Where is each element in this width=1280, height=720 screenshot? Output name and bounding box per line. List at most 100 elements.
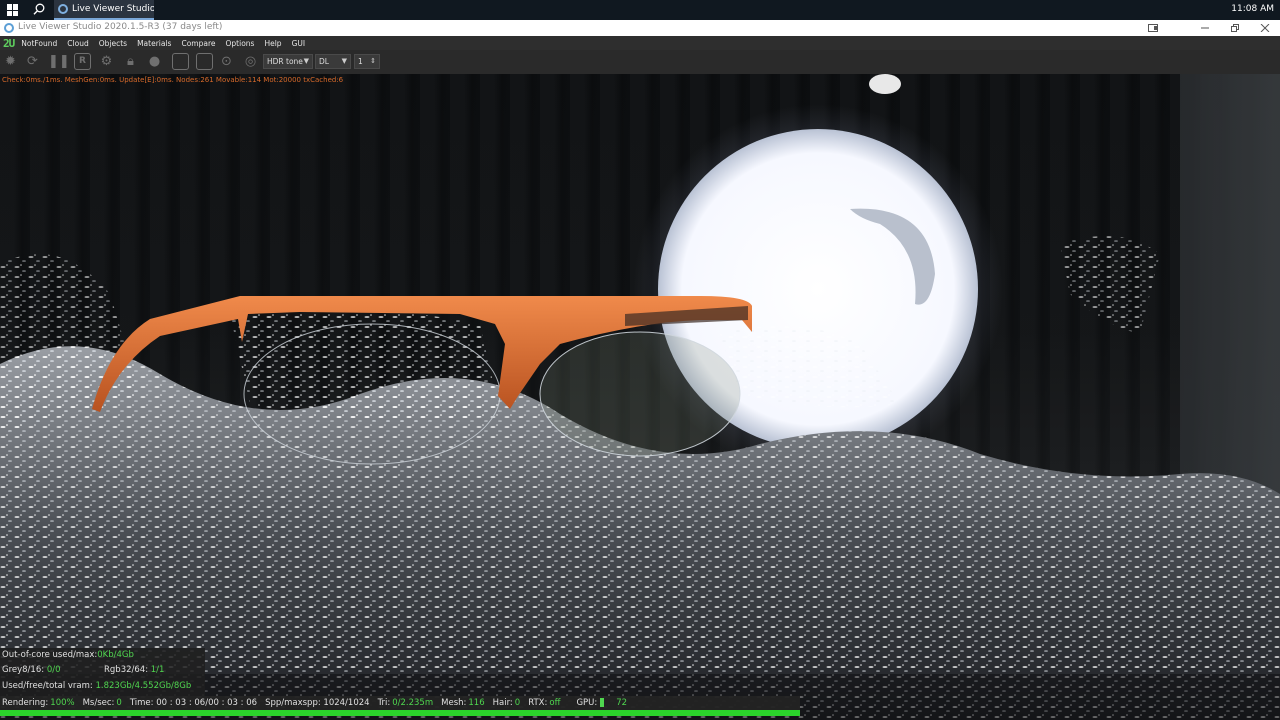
rtx-value: off — [549, 698, 561, 708]
vram-label: Used/free/total vram: — [2, 681, 93, 691]
pin-icon[interactable]: ⊙ — [218, 53, 235, 70]
gpu-meter — [600, 698, 605, 707]
right-lens — [539, 331, 741, 457]
clock[interactable]: 11:08 AM — [1231, 4, 1274, 14]
tone-select[interactable]: HDR tone ▼ — [263, 54, 313, 69]
render-progress-bar — [0, 710, 800, 716]
tri-stat: Tri: 0/2.235m — [378, 698, 434, 708]
kernel-select-value: DL — [319, 57, 329, 66]
spp-value: 1024/1024 — [323, 698, 370, 708]
rgb-stat: Rgb32/64: 1/1 — [104, 665, 164, 675]
taskbar: Live Viewer Studio 20... 11:08 AM — [0, 0, 1280, 20]
app-icon — [4, 23, 14, 33]
window-title: Live Viewer Studio 2020.1.5-R3 (37 days … — [18, 22, 223, 32]
toolbar: ✹ ⟳ ❚❚ R ⚙ 🔒︎ ● ⊙ ◎ HDR tone ▼ DL ▼ 1 ⇕ — [0, 50, 1280, 74]
memory-stats-panel: Out-of-core used/max:0Kb/4Gb Grey8/16: 0… — [0, 648, 205, 696]
material-ball-icon[interactable]: ● — [146, 53, 163, 70]
chevron-down-icon: ▼ — [303, 57, 309, 65]
refresh-icon[interactable]: ⟳ — [24, 53, 41, 70]
menu-compare[interactable]: Compare — [176, 39, 220, 48]
time-value: 00 : 03 : 06/00 : 03 : 06 — [156, 698, 258, 708]
taskbar-app-label: Live Viewer Studio 20... — [72, 4, 154, 14]
region-render-icon[interactable]: R — [74, 53, 91, 70]
lock-icon[interactable]: 🔒︎ — [122, 53, 139, 70]
minimize-button[interactable] — [1190, 20, 1220, 36]
window-mode-icon — [1148, 24, 1158, 32]
window-titlebar[interactable]: Live Viewer Studio 2020.1.5-R3 (37 days … — [0, 20, 1280, 36]
app-logo: 2U — [3, 36, 15, 50]
out-of-core-stat: Out-of-core used/max:0Kb/4Gb — [2, 650, 134, 660]
out-of-core-label: Out-of-core used/max: — [2, 650, 98, 660]
windows-start-icon[interactable] — [7, 4, 19, 16]
menu-notfound[interactable]: NotFound — [16, 39, 62, 48]
grey-value: 0/0 — [46, 665, 61, 675]
vram-value: 1.823Gb/4.552Gb/8Gb — [95, 681, 192, 691]
menu-cloud[interactable]: Cloud — [62, 39, 93, 48]
spp-label: Spp/maxspp: — [265, 698, 321, 708]
gpu-value: 72 — [616, 698, 628, 708]
stepper-arrows-icon: ⇕ — [370, 57, 376, 65]
taskbar-app-live-viewer[interactable]: Live Viewer Studio 20... — [54, 0, 154, 20]
engine-status-line: Check:0ms./1ms. MeshGen:0ms. Update[E]:0… — [2, 76, 344, 84]
time-label: Time: — [129, 698, 154, 708]
sample-stepper-value: 1 — [358, 57, 363, 66]
time-stat: Time: 00 : 03 : 06/00 : 03 : 06 — [130, 698, 257, 708]
rendering-label: Rendering: — [2, 698, 49, 708]
rtx-stat: RTX: off — [528, 698, 560, 708]
sample-stepper[interactable]: 1 ⇕ — [354, 54, 380, 69]
rgb-value: 1/1 — [150, 665, 165, 675]
focus-icon[interactable]: ◎ — [242, 53, 259, 70]
restore-icon — [1231, 24, 1239, 32]
gpu-label: GPU: — [576, 698, 598, 708]
render-scene — [0, 74, 1280, 720]
lens-icon[interactable] — [196, 53, 213, 70]
hair-stat: Hair: 0 — [493, 698, 521, 708]
menu-help[interactable]: Help — [259, 39, 286, 48]
tri-value: 0/2.235m — [392, 698, 434, 708]
minimize-icon — [1201, 27, 1209, 29]
ms-stat: Ms/sec: 0 — [83, 698, 122, 708]
menu-objects[interactable]: Objects — [94, 39, 132, 48]
vram-stat: Used/free/total vram: 1.823Gb/4.552Gb/8G… — [2, 681, 191, 691]
rendering-value: 100% — [50, 698, 75, 708]
menu-materials[interactable]: Materials — [132, 39, 176, 48]
spp-stat: Spp/maxspp: 1024/1024 — [265, 698, 370, 708]
ms-label: Ms/sec: — [82, 698, 115, 708]
search-icon[interactable] — [32, 2, 46, 16]
rgb-label: Rgb32/64: — [104, 665, 149, 675]
tone-select-value: HDR tone — [267, 57, 303, 66]
render-status-bar: Rendering: 100% Ms/sec: 0 Time: 00 : 03 : … — [0, 696, 800, 710]
render-viewport[interactable]: Check:0ms./1ms. MeshGen:0ms. Update[E]:0… — [0, 74, 1280, 720]
settings-gear-icon[interactable]: ✹ — [2, 53, 19, 70]
pause-icon[interactable]: ❚❚ — [48, 53, 70, 70]
out-of-core-value: 0Kb/4Gb — [97, 650, 134, 660]
close-button[interactable] — [1250, 20, 1280, 36]
mesh-stat: Mesh: 116 — [441, 698, 484, 708]
hair-value: 0 — [514, 698, 521, 708]
hair-label: Hair: — [492, 698, 513, 708]
app-icon — [58, 4, 68, 14]
rtx-label: RTX: — [528, 698, 548, 708]
grey-label: Grey8/16: — [2, 665, 45, 675]
mesh-label: Mesh: — [441, 698, 467, 708]
splash-right — [1060, 236, 1160, 334]
grey-stat: Grey8/16: 0/0 — [2, 665, 61, 675]
splash-center — [230, 306, 500, 422]
rendering-stat: Rendering: 100% — [2, 698, 75, 708]
ms-value: 0 — [116, 698, 122, 708]
gear-icon[interactable]: ⚙ — [98, 53, 115, 70]
menu-bar: 2U NotFound Cloud Objects Materials Comp… — [0, 36, 1280, 50]
menu-gui[interactable]: GUI — [287, 39, 311, 48]
render-progress-fill — [0, 710, 800, 716]
ceiling-light — [869, 74, 901, 94]
frame-icon[interactable] — [172, 53, 189, 70]
restore-view-button[interactable] — [1138, 20, 1168, 36]
kernel-select[interactable]: DL ▼ — [315, 54, 351, 69]
mesh-value: 116 — [468, 698, 485, 708]
chevron-down-icon: ▼ — [341, 57, 347, 65]
tri-label: Tri: — [377, 698, 391, 708]
maximize-button[interactable] — [1220, 20, 1250, 36]
menu-options[interactable]: Options — [221, 39, 260, 48]
gpu-stat: GPU: 72 — [576, 698, 627, 708]
close-icon — [1260, 23, 1270, 33]
